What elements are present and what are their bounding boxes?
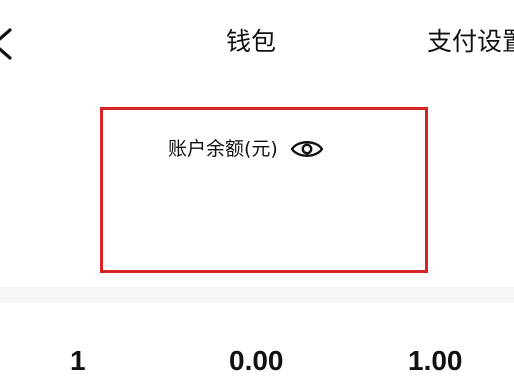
eye-icon — [290, 141, 324, 157]
wallet-page: 钱包 支付设置 账户余额(元) 1 0.00 1.00 — [0, 0, 514, 386]
stat-value-2[interactable]: 0.00 — [229, 342, 284, 380]
section-divider — [0, 287, 514, 303]
payment-settings-link[interactable]: 支付设置 — [427, 25, 514, 59]
back-button[interactable] — [0, 24, 14, 64]
balance-card: 账户余额(元) — [100, 107, 428, 273]
stat-value-1[interactable]: 1 — [70, 342, 86, 380]
stat-value-3[interactable]: 1.00 — [408, 342, 463, 380]
chevron-left-icon — [0, 28, 12, 60]
page-title: 钱包 — [226, 27, 277, 56]
balance-label: 账户余额(元) — [168, 138, 278, 160]
toggle-balance-visibility-button[interactable] — [290, 136, 324, 162]
balance-label-row: 账户余额(元) — [168, 134, 324, 164]
